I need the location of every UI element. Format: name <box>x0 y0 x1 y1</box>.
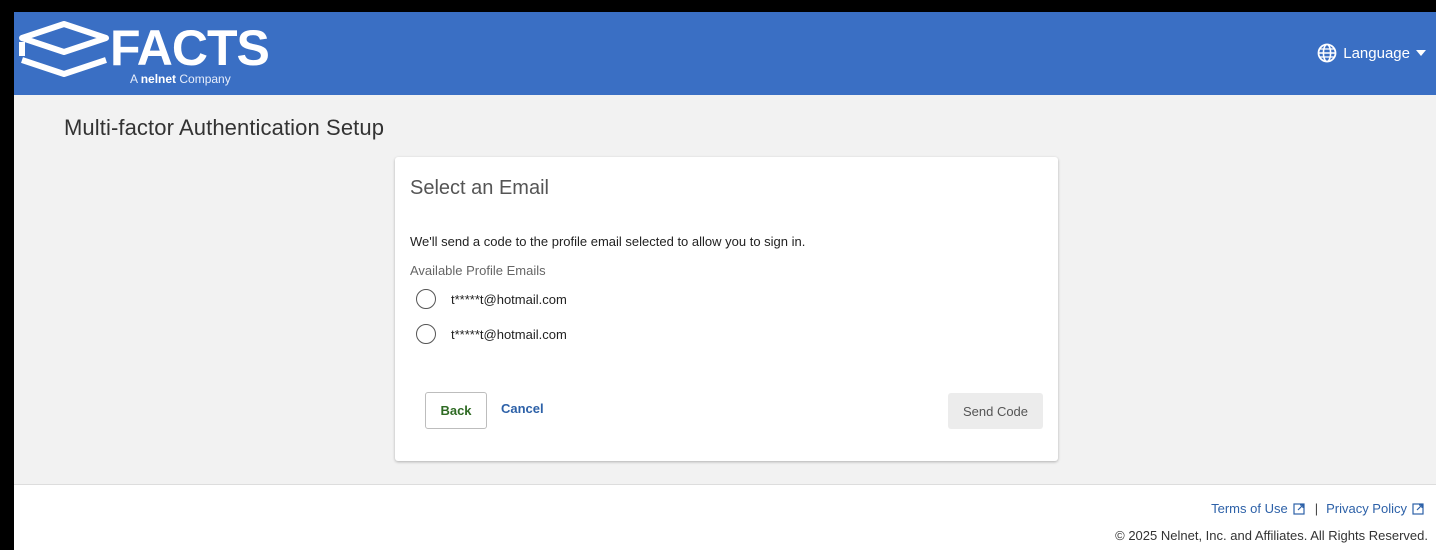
globe-icon <box>1317 43 1337 63</box>
radio-button[interactable] <box>416 289 436 309</box>
send-code-button[interactable]: Send Code <box>948 393 1043 429</box>
facts-logo[interactable]: FACTS A nelnet Company <box>18 20 270 90</box>
cancel-link[interactable]: Cancel <box>501 401 544 416</box>
footer: Terms of Use | Privacy Policy © 2025 Nel… <box>14 484 1436 550</box>
terms-of-use-link[interactable]: Terms of Use <box>1211 501 1305 516</box>
email-option-label: t*****t@hotmail.com <box>451 326 567 342</box>
radio-button[interactable] <box>416 324 436 344</box>
external-link-icon <box>1412 502 1424 515</box>
screen-border-left <box>0 0 14 550</box>
brand-name: FACTS <box>110 20 270 76</box>
tagline-prefix: A <box>130 72 138 86</box>
back-button[interactable]: Back <box>425 392 487 429</box>
app-window: FACTS A nelnet Company Language Multi-fa… <box>14 12 1436 550</box>
brand-tagline: A nelnet Company <box>130 72 231 86</box>
language-label: Language <box>1343 44 1410 62</box>
external-link-icon <box>1293 502 1305 515</box>
terms-of-use-label: Terms of Use <box>1211 501 1288 516</box>
email-option-label: t*****t@hotmail.com <box>451 291 567 307</box>
language-menu-button[interactable]: Language <box>1317 42 1426 64</box>
footer-separator: | <box>1314 501 1319 516</box>
caret-down-icon <box>1416 50 1426 56</box>
page-title: Multi-factor Authentication Setup <box>64 115 385 140</box>
facts-logo-icon <box>19 21 109 77</box>
tagline-suffix: Company <box>179 72 231 86</box>
email-option-2[interactable]: t*****t@hotmail.com <box>416 323 567 345</box>
screen-border-top <box>0 0 1436 12</box>
card-title: Select an Email <box>410 177 549 199</box>
card-description: We'll send a code to the profile email s… <box>410 234 806 249</box>
copyright-text: © 2025 Nelnet, Inc. and Affiliates. All … <box>1115 528 1428 543</box>
footer-links: Terms of Use | Privacy Policy <box>1211 501 1424 516</box>
email-list-label: Available Profile Emails <box>410 263 546 278</box>
tagline-brand: nelnet <box>140 72 177 86</box>
header-bar: FACTS A nelnet Company Language <box>14 12 1436 95</box>
email-option-1[interactable]: t*****t@hotmail.com <box>416 288 567 310</box>
privacy-policy-label: Privacy Policy <box>1326 501 1407 516</box>
email-selection-card: Select an Email We'll send a code to the… <box>395 157 1058 461</box>
privacy-policy-link[interactable]: Privacy Policy <box>1326 501 1424 516</box>
